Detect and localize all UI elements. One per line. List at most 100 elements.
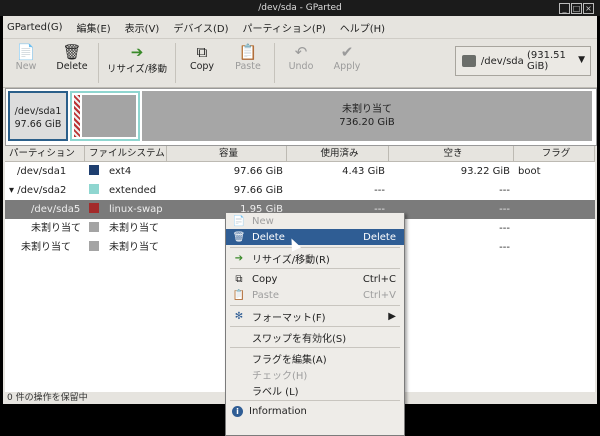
undo-button[interactable]: ↶ Undo [278,39,324,72]
context-menu-item-label[interactable]: ラベル (L) [226,382,404,398]
cell-free: --- [499,204,510,215]
menu-device[interactable]: デバイス(D) [173,20,228,35]
menu-item-label: チェック(H) [252,370,308,382]
menu-item-label: スワップを有効化(S) [252,333,347,345]
disk-map: /dev/sda1 97.66 GiB 未割り当て 736.20 GiB [5,88,597,146]
cell-flags [514,200,595,219]
menu-view[interactable]: 表示(V) [125,20,160,35]
paste-icon: 📋 [232,289,246,301]
cell-filesystem: 未割り当て [109,223,159,234]
diskmap-sda1-name: /dev/sda1 [14,106,62,117]
window-titlebar: /dev/sda - GParted _ □ × [0,0,600,16]
cell-partition: 未割り当て [21,242,71,253]
menu-separator [230,326,400,327]
diskmap-unalloc-label: 未割り当て [342,104,392,115]
cell-free: 93.22 GiB [460,166,510,177]
new-icon: 📄 [16,43,36,61]
diskmap-sda1-size: 97.66 GiB [14,119,62,130]
col-filesystem[interactable]: ファイルシステム [85,146,167,161]
col-flags[interactable]: フラグ [514,146,595,161]
cell-free: --- [499,242,510,253]
apply-button[interactable]: ✔ Apply [324,39,370,72]
resize-arrow-icon: ➔ [130,43,144,61]
diskmap-sda1[interactable]: /dev/sda1 97.66 GiB [8,91,68,141]
menubar: GParted(G) 編集(E) 表示(V) デバイス(D) パーティション(P… [3,16,597,39]
copy-icon: ⧉ [196,43,208,61]
context-menu-item-paste[interactable]: 📋 Paste Ctrl+V [226,287,404,303]
new-button[interactable]: 📄 New [3,39,49,72]
menu-separator [230,400,400,401]
submenu-arrow-icon: ▶ [388,310,396,322]
copy-button[interactable]: ⧉ Copy [179,39,225,72]
close-icon[interactable]: × [583,3,594,14]
window-title: /dev/sda - GParted [258,3,342,13]
delete-icon: 🗑 [232,231,246,243]
menu-help[interactable]: ヘルプ(H) [340,20,385,35]
menu-item-label: フォーマット(F) [252,312,326,324]
chevron-down-icon: ▼ [578,55,585,65]
context-menu-item-check[interactable]: チェック(H) [226,366,404,382]
undo-icon: ↶ [294,43,308,61]
cell-filesystem: ext4 [109,166,132,177]
fs-color-swatch [89,165,99,175]
context-menu-item-delete[interactable]: 🗑 Delete Delete [226,229,404,245]
device-name: /dev/sda [480,55,524,67]
maximize-icon[interactable]: □ [571,3,582,14]
menu-separator [230,347,400,348]
device-selector[interactable]: /dev/sda (931.51 GiB) ▼ [455,46,591,76]
menu-edit[interactable]: 編集(E) [77,20,111,35]
diskmap-extended[interactable] [70,91,140,141]
menu-separator [230,268,400,269]
context-menu-item-resize[interactable]: ➔ リサイズ/移動(R) [226,250,404,266]
menu-item-accelerator: Ctrl+C [362,273,396,285]
diskmap-swap[interactable] [74,95,80,137]
context-menu-item-copy[interactable]: ⧉ Copy Ctrl+C [226,271,404,287]
menu-item-label: Paste [252,289,279,301]
table-row[interactable]: ▾ /dev/sda2 extended 97.66 GiB --- --- [5,181,595,200]
diskmap-unallocated-inner[interactable] [82,95,136,137]
paste-button-label: Paste [235,61,261,72]
col-used[interactable]: 使用済み [287,146,389,161]
col-free[interactable]: 空き [389,146,514,161]
cell-partition: /dev/sda5 [31,204,81,215]
col-size[interactable]: 容量 [167,146,287,161]
menu-gparted[interactable]: GParted(G) [7,22,63,33]
menu-item-label: ラベル (L) [252,386,299,398]
cell-flags [514,238,595,257]
cell-partition: 未割り当て [31,223,81,234]
toolbar: 📄 New 🗑 Delete ➔ リサイズ/移動 ⧉ Copy 📋 Paste … [3,39,597,88]
toolbar-separator [175,43,176,83]
expander-icon[interactable]: ▾ [9,185,14,196]
cell-filesystem: extended [109,185,157,196]
delete-button-label: Delete [56,61,88,72]
cell-flags: boot [518,166,541,177]
cell-flags [514,219,595,238]
menu-item-label: リサイズ/移動(R) [252,254,330,266]
menu-item-label: Delete [252,231,285,243]
cell-free: --- [499,185,510,196]
harddisk-icon [462,55,476,67]
col-partition[interactable]: パーティション [5,146,85,161]
context-menu-item-swapon[interactable]: スワップを有効化(S) [226,329,404,345]
menu-partition[interactable]: パーティション(P) [243,20,326,35]
new-icon: 📄 [232,215,246,227]
undo-button-label: Undo [288,61,314,72]
context-menu-item-format[interactable]: ✻ フォーマット(F) ▶ [226,308,404,324]
context-menu-item-information[interactable]: i Information [226,403,404,419]
diskmap-unallocated[interactable]: 未割り当て 736.20 GiB [142,91,592,141]
context-menu-item-flags[interactable]: フラグを編集(A) [226,350,404,366]
menu-item-label: Copy [252,273,278,285]
minimize-icon[interactable]: _ [559,3,570,14]
paste-button[interactable]: 📋 Paste [225,39,271,72]
table-row[interactable]: /dev/sda1 ext4 97.66 GiB 4.43 GiB 93.22 … [5,162,595,181]
context-menu-item-new[interactable]: 📄 New [226,213,404,229]
fs-color-swatch [89,184,99,194]
resize-button[interactable]: ➔ リサイズ/移動 [102,39,172,75]
menu-separator [230,247,400,248]
cell-used: --- [374,185,385,196]
cell-filesystem: linux-swap [109,204,163,215]
cell-free: --- [499,223,510,234]
checkmark-icon: ✔ [340,43,354,61]
cell-flags [514,181,595,200]
delete-button[interactable]: 🗑 Delete [49,39,95,72]
